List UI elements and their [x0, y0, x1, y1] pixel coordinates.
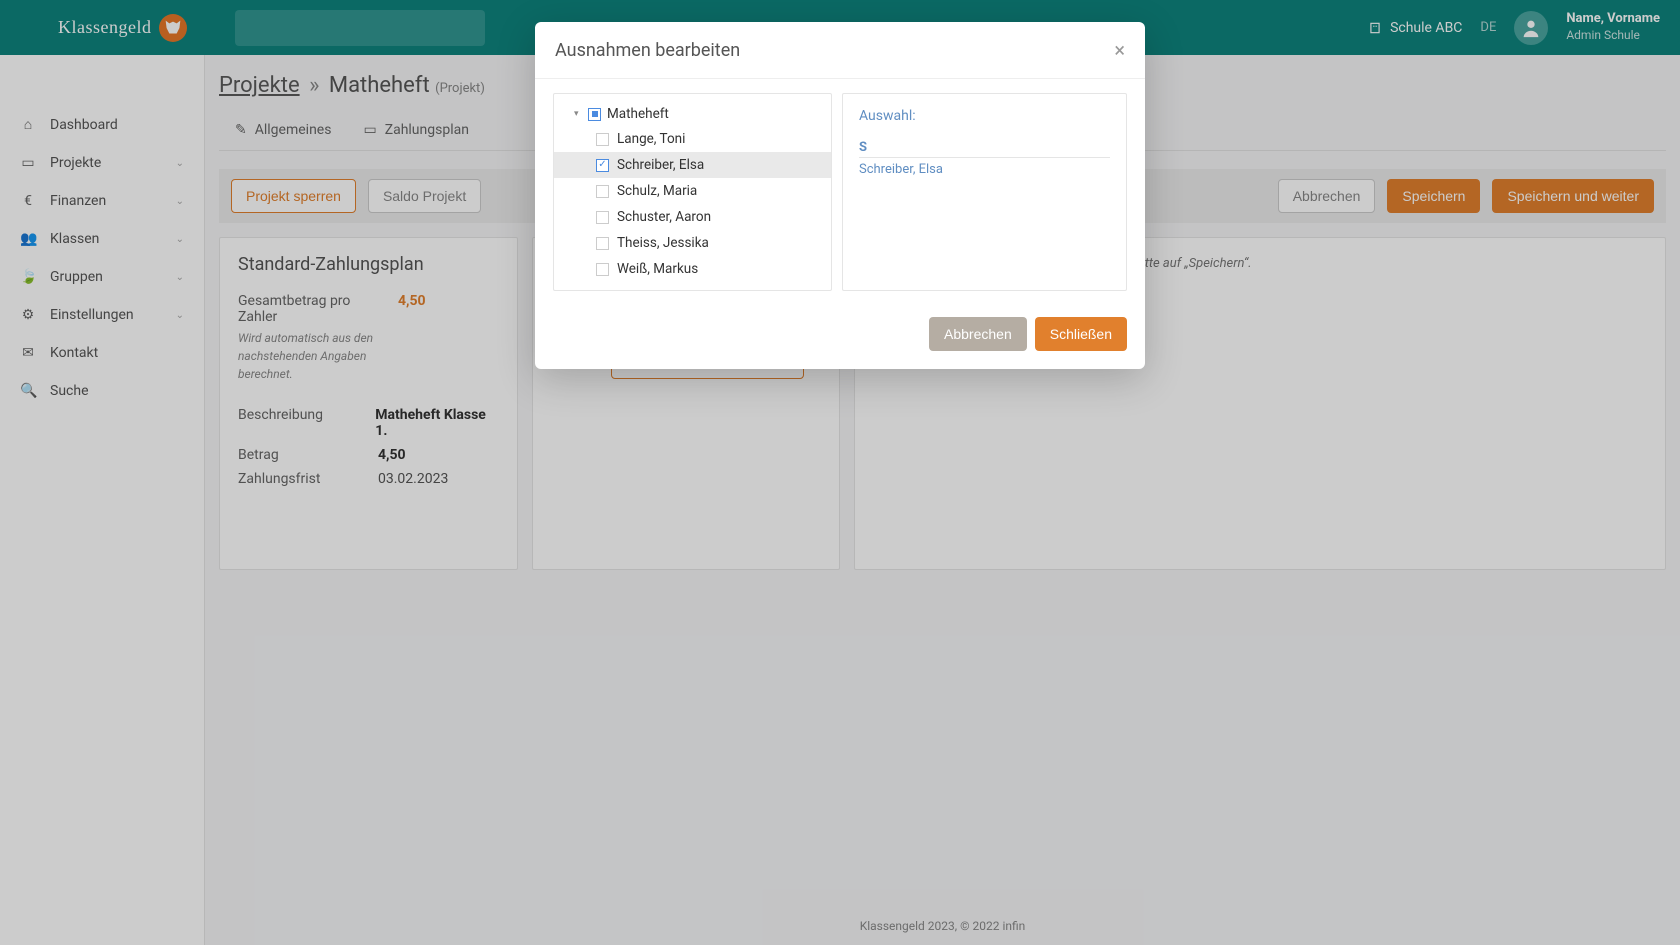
tree-item-label: Schuster, Aaron	[617, 209, 711, 225]
close-icon[interactable]: ×	[1114, 38, 1125, 62]
modal-body: ▾ Matheheft Lange, Toni Schreiber, Elsa …	[535, 79, 1145, 305]
modal-title: Ausnahmen bearbeiten	[555, 40, 740, 61]
checkbox[interactable]	[596, 185, 609, 198]
selection-title: Auswahl:	[859, 108, 1110, 124]
tree-item[interactable]: Theiss, Jessika	[554, 230, 831, 256]
tree-root[interactable]: ▾ Matheheft	[554, 102, 831, 126]
tree-collapse-icon[interactable]: ▾	[574, 109, 582, 119]
modal-header: Ausnahmen bearbeiten ×	[535, 22, 1145, 79]
tree-item-label: Schreiber, Elsa	[617, 157, 704, 173]
tree-item-label: Lange, Toni	[617, 131, 685, 147]
tree-item[interactable]: Schuster, Aaron	[554, 204, 831, 230]
modal-close-button[interactable]: Schließen	[1035, 317, 1127, 351]
tree-root-checkbox-mixed[interactable]	[588, 108, 601, 121]
selection-group-letter: S	[859, 140, 1110, 158]
tree-item[interactable]: Weiß, Markus	[554, 256, 831, 282]
checkbox[interactable]	[596, 211, 609, 224]
modal-cancel-button[interactable]: Abbrechen	[929, 317, 1027, 351]
student-tree: ▾ Matheheft Lange, Toni Schreiber, Elsa …	[553, 93, 832, 291]
tree-item[interactable]: Schulz, Maria	[554, 178, 831, 204]
tree-root-label: Matheheft	[607, 106, 669, 122]
checkbox[interactable]	[596, 263, 609, 276]
tree-item-label: Theiss, Jessika	[617, 235, 709, 251]
checkbox[interactable]	[596, 237, 609, 250]
modal-footer: Abbrechen Schließen	[535, 305, 1145, 369]
tree-item[interactable]: Lange, Toni	[554, 126, 831, 152]
tree-item[interactable]: Schreiber, Elsa	[554, 152, 831, 178]
selection-box: Auswahl: S Schreiber, Elsa	[842, 93, 1127, 291]
modal-exceptions: Ausnahmen bearbeiten × ▾ Matheheft Lange…	[535, 22, 1145, 369]
tree-item-label: Schulz, Maria	[617, 183, 697, 199]
selection-entry[interactable]: Schreiber, Elsa	[859, 162, 1110, 177]
checkbox[interactable]	[596, 133, 609, 146]
checkbox-checked[interactable]	[596, 159, 609, 172]
tree-item-label: Weiß, Markus	[617, 261, 698, 277]
modal-overlay[interactable]: Ausnahmen bearbeiten × ▾ Matheheft Lange…	[0, 0, 1680, 945]
